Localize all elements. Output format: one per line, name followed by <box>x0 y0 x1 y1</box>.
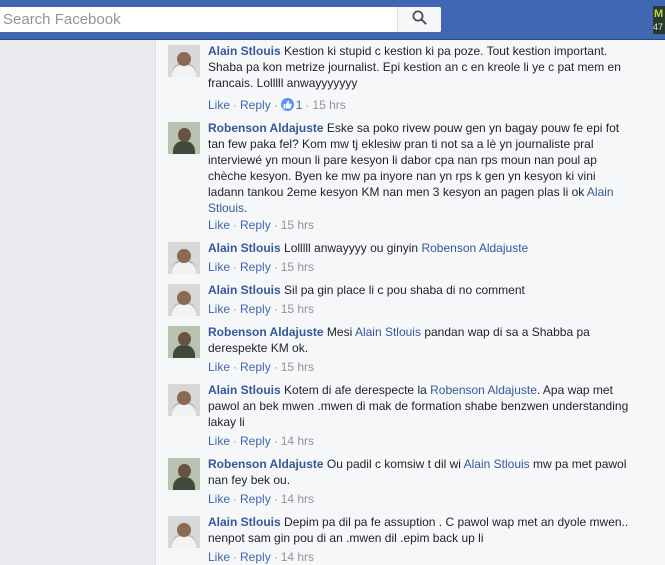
reply-button[interactable]: Reply <box>240 434 271 448</box>
comment-thread: Alain Stlouis Kestion ki stupid c kestio… <box>155 40 665 565</box>
comment-body: Alain Stlouis Lolllll anwayyyy ou ginyin… <box>208 240 633 256</box>
avatar[interactable] <box>168 384 200 416</box>
separator-dot: · <box>233 218 238 232</box>
comment-actions: Like · Reply · 14 hrs <box>208 433 314 449</box>
avatar[interactable] <box>168 122 200 154</box>
reply-button[interactable]: Reply <box>240 98 271 112</box>
separator-dot: · <box>305 98 310 112</box>
comment-timestamp[interactable]: 15 hrs <box>281 360 314 374</box>
separator-dot: · <box>273 218 278 232</box>
search-icon <box>412 10 427 30</box>
comment-text: Lolllll anwayyyy ou ginyin <box>284 241 419 255</box>
reply-button[interactable]: Reply <box>240 302 271 316</box>
reply-button[interactable]: Reply <box>240 550 271 564</box>
comment-actions: Like · Reply · 15 hrs <box>208 259 314 275</box>
comment-timestamp[interactable]: 15 hrs <box>281 260 314 274</box>
corner-thumbnail-letter: M <box>654 8 664 20</box>
reply-button[interactable]: Reply <box>240 492 271 506</box>
comment-text: Sil pa gin place li c pou shaba di no co… <box>284 283 525 297</box>
like-button[interactable]: Like <box>208 260 230 274</box>
comment-mention[interactable]: Robenson Aldajuste <box>421 241 528 255</box>
search-input[interactable] <box>3 7 393 32</box>
separator-dot: · <box>273 302 278 316</box>
like-button[interactable]: Like <box>208 98 230 112</box>
reply-button[interactable]: Reply <box>240 360 271 374</box>
comment-body: Alain Stlouis Kestion ki stupid c kestio… <box>208 43 633 91</box>
comment-author[interactable]: Alain Stlouis <box>208 383 281 397</box>
comment-actions: Like · Reply · 15 hrs <box>208 301 314 317</box>
separator-dot: · <box>273 360 278 374</box>
like-reaction-icon[interactable] <box>280 98 294 111</box>
separator-dot: · <box>233 492 238 506</box>
comment-timestamp[interactable]: 15 hrs <box>312 98 345 112</box>
comment-author[interactable]: Alain Stlouis <box>208 283 281 297</box>
comment-text-after: . <box>244 201 248 215</box>
search-box <box>0 7 441 32</box>
like-button[interactable]: Like <box>208 302 230 316</box>
comment-actions: Like · Reply · 14 hrs <box>208 549 314 565</box>
comment-text: Mesi <box>326 325 353 339</box>
comment-body: Robenson Aldajuste Mesi Alain Stlouis pa… <box>208 324 633 356</box>
comment-text: Ou padil c komsiw t dil wi <box>326 457 461 471</box>
separator-dot: · <box>273 434 278 448</box>
avatar[interactable] <box>168 45 200 77</box>
comment-actions: Like · Reply · 14 hrs <box>208 491 314 507</box>
like-button[interactable]: Like <box>208 492 230 506</box>
comment-body: Alain Stlouis Depim pa dil pa fe assupti… <box>208 514 633 546</box>
reply-button[interactable]: Reply <box>240 218 271 232</box>
comment-actions: Like · Reply · 1 · 15 hrs <box>208 97 346 113</box>
comment-body: Alain Stlouis Sil pa gin place li c pou … <box>208 282 633 298</box>
search-button[interactable] <box>397 7 441 32</box>
comment-mention[interactable]: Robenson Aldajuste <box>430 383 537 397</box>
separator-dot: · <box>233 360 238 374</box>
comment-body: Robenson Aldajuste Eske sa poko rivew po… <box>208 120 633 216</box>
comment-timestamp[interactable]: 14 hrs <box>281 434 314 448</box>
separator-dot: · <box>233 302 238 316</box>
like-button[interactable]: Like <box>208 360 230 374</box>
comment-author[interactable]: Alain Stlouis <box>208 241 281 255</box>
separator-dot: · <box>233 550 238 564</box>
separator-dot: · <box>233 260 238 274</box>
avatar[interactable] <box>168 326 200 358</box>
comment-author[interactable]: Robenson Aldajuste <box>208 121 324 135</box>
comment-timestamp[interactable]: 15 hrs <box>281 302 314 316</box>
comment-timestamp[interactable]: 14 hrs <box>281 492 314 506</box>
comment-actions: Like · Reply · 15 hrs <box>208 359 314 375</box>
like-button[interactable]: Like <box>208 434 230 448</box>
avatar[interactable] <box>168 284 200 316</box>
separator-dot: · <box>233 98 238 112</box>
comment-author[interactable]: Alain Stlouis <box>208 44 281 58</box>
top-bar: M 47 <box>0 0 665 40</box>
separator-dot: · <box>273 492 278 506</box>
corner-thumbnail-number: 47 <box>653 22 664 32</box>
comment-mention[interactable]: Alain Stlouis <box>355 325 421 339</box>
avatar[interactable] <box>168 516 200 548</box>
comment-body: Robenson Aldajuste Ou padil c komsiw t d… <box>208 456 633 488</box>
comment-mention[interactable]: Alain Stlouis <box>464 457 530 471</box>
comment-body: Alain Stlouis Kotem di afe derespecte la… <box>208 382 633 430</box>
comment-timestamp[interactable]: 14 hrs <box>281 550 314 564</box>
comment-text: Kotem di afe derespecte la <box>284 383 427 397</box>
reply-button[interactable]: Reply <box>240 260 271 274</box>
like-button[interactable]: Like <box>208 218 230 232</box>
avatar[interactable] <box>168 458 200 490</box>
comment-author[interactable]: Alain Stlouis <box>208 515 281 529</box>
separator-dot: · <box>273 260 278 274</box>
comment-author[interactable]: Robenson Aldajuste <box>208 325 324 339</box>
separator-dot: · <box>273 98 278 112</box>
separator-dot: · <box>273 550 278 564</box>
comment-author[interactable]: Robenson Aldajuste <box>208 457 324 471</box>
corner-thumbnail[interactable]: M 47 <box>653 6 665 34</box>
separator-dot: · <box>233 434 238 448</box>
like-button[interactable]: Like <box>208 550 230 564</box>
comment-timestamp[interactable]: 15 hrs <box>281 218 314 232</box>
comment-actions: Like · Reply · 15 hrs <box>208 217 314 233</box>
avatar[interactable] <box>168 242 200 274</box>
